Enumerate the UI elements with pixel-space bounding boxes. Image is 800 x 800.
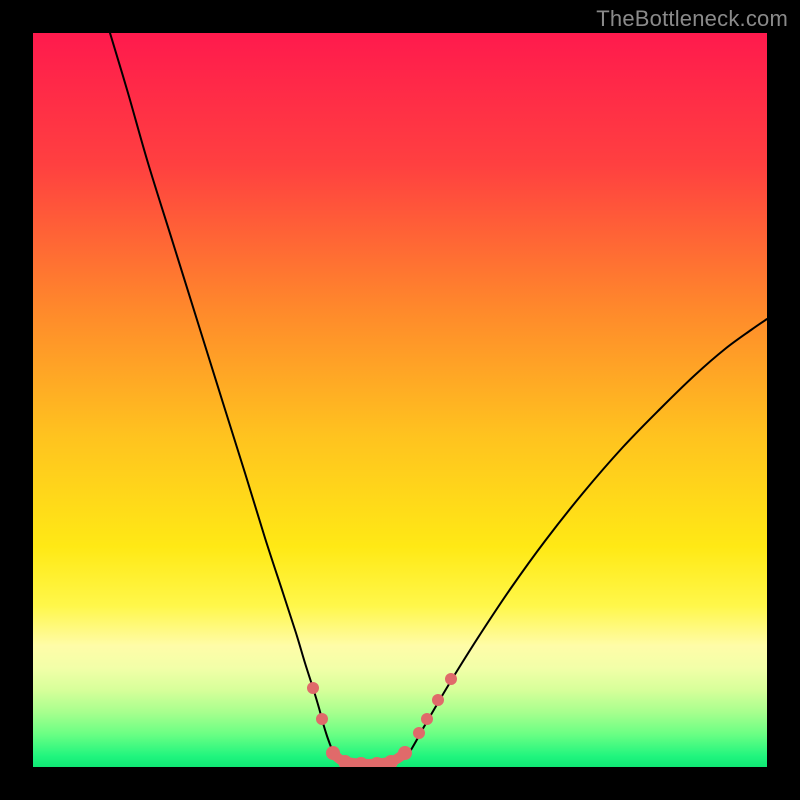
chart-frame: TheBottleneck.com bbox=[0, 0, 800, 800]
data-marker bbox=[445, 673, 457, 685]
data-marker bbox=[432, 694, 444, 706]
watermark-text: TheBottleneck.com bbox=[596, 6, 788, 32]
data-marker bbox=[413, 727, 425, 739]
data-marker bbox=[398, 746, 412, 760]
series-left-curve bbox=[110, 33, 335, 757]
curves-layer bbox=[33, 33, 767, 767]
data-marker bbox=[307, 682, 319, 694]
data-marker bbox=[316, 713, 328, 725]
data-marker bbox=[421, 713, 433, 725]
plot-area bbox=[33, 33, 767, 767]
series-right-curve bbox=[408, 319, 767, 755]
data-marker bbox=[326, 746, 340, 760]
